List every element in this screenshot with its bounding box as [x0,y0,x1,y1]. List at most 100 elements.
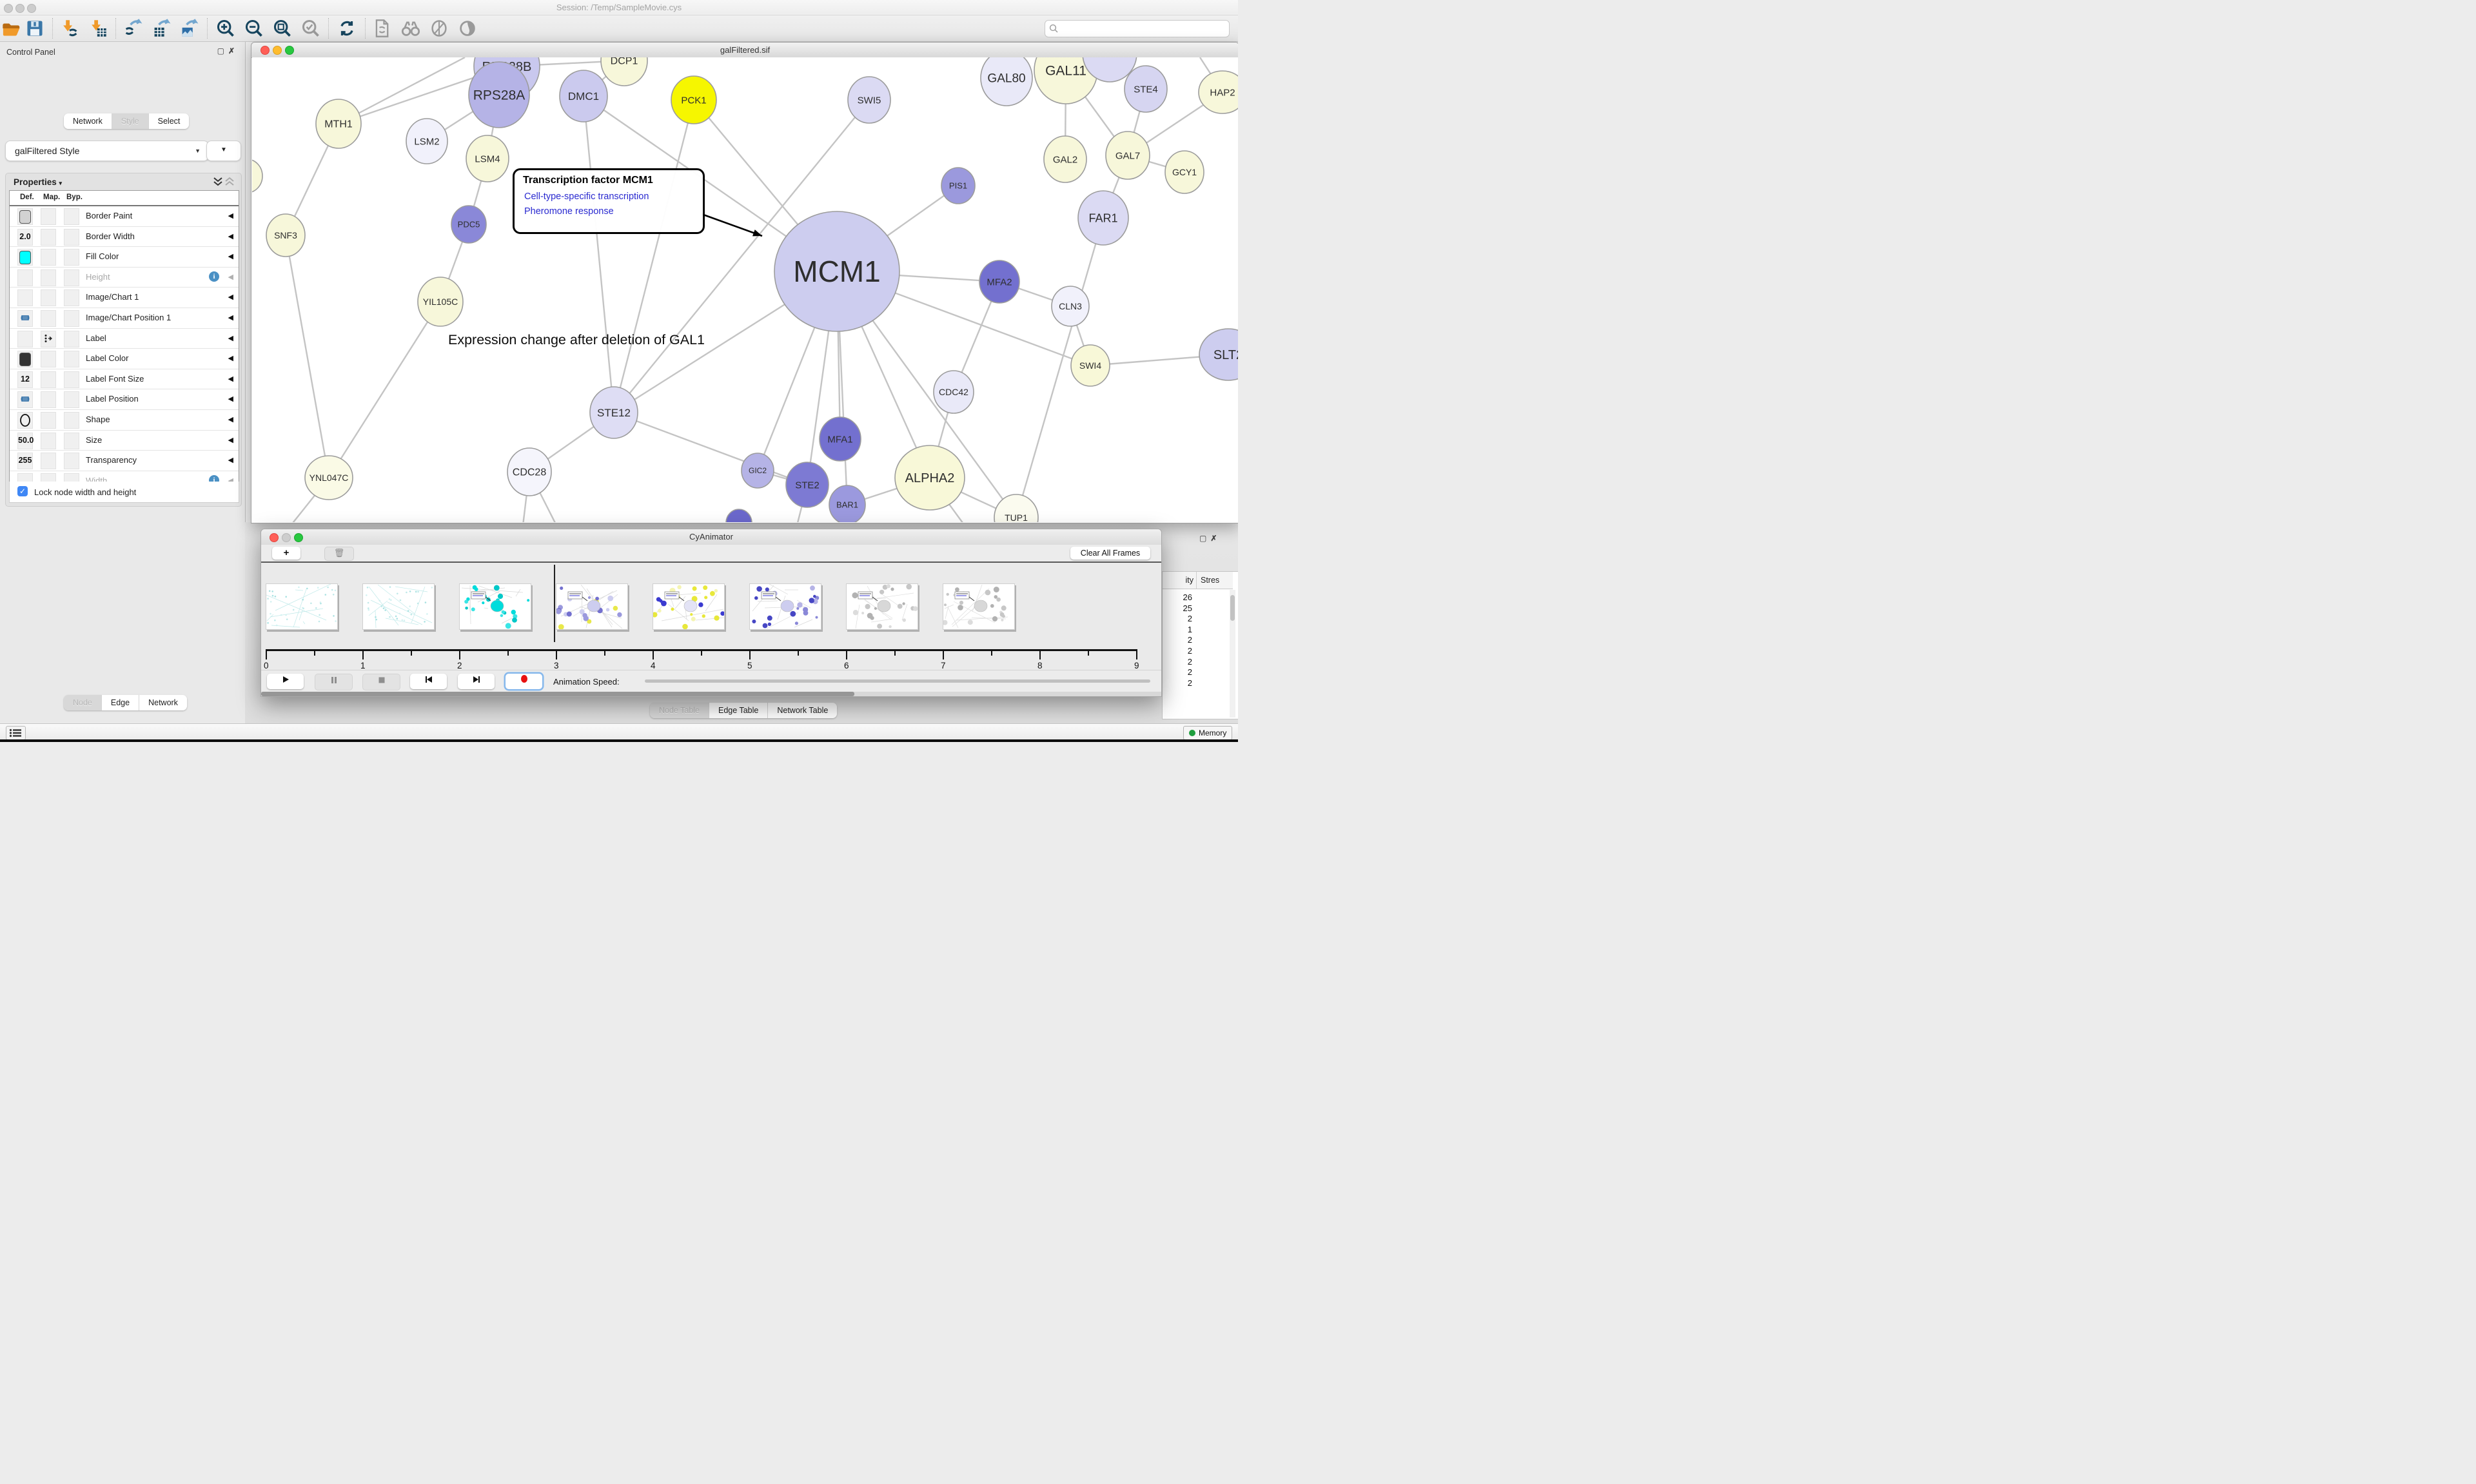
node-lsm4[interactable]: LSM4 [466,135,509,182]
memory-button[interactable]: Memory [1183,726,1232,740]
open-folder-icon[interactable] [1,19,21,38]
zoom-in-icon[interactable] [216,19,235,38]
node-gal80[interactable]: GAL80 [981,57,1032,106]
node-ynl047c[interactable]: YNL047C [305,456,353,500]
node-pis1[interactable]: PIS1 [941,168,975,204]
skip-to-end-button[interactable] [458,674,495,689]
style-options-button[interactable]: ▼ [206,141,241,161]
expand-row-icon[interactable]: ◀ [228,252,233,260]
expand-row-icon[interactable]: ◀ [228,232,233,240]
frame-thumbnail-1[interactable] [362,583,435,630]
close-panel-icon[interactable]: ✗ [228,46,239,55]
expand-row-icon[interactable]: ◀ [228,456,233,464]
zoom-fit-icon[interactable] [273,19,292,38]
node-mfa1[interactable]: MFA1 [820,417,861,461]
property-row-label-position[interactable]: Label Position◀ [10,389,239,410]
tab-style[interactable]: Style [112,113,149,129]
collapse-expand-icons[interactable] [213,177,235,190]
annotation-link[interactable]: Pheromone response [524,206,614,217]
table-column-stress[interactable]: Stres [1197,572,1233,589]
table-tab-node-table[interactable]: Node Table [650,703,709,718]
node-snf3[interactable]: SNF3 [266,214,305,257]
node-cdc42[interactable]: CDC42 [934,371,974,413]
float-panel-icon[interactable]: ▢ [1199,534,1210,543]
expand-row-icon[interactable]: ◀ [228,313,233,322]
expand-row-icon[interactable]: ◀ [228,273,233,281]
property-row-size[interactable]: 50.0Size◀ [10,431,239,451]
node-mcm1[interactable]: MCM1 [774,211,899,331]
node-mfa2[interactable]: MFA2 [979,260,1019,303]
export-table-icon[interactable] [152,19,171,38]
table-cell-value[interactable]: 2 [1163,657,1192,667]
export-network-icon[interactable] [123,19,142,38]
style-selector[interactable]: galFiltered Style ▼ [5,141,209,161]
zoom-out-icon[interactable] [244,19,264,38]
node-pdc5[interactable]: PDC5 [451,206,486,243]
table-cell-value[interactable]: 2 [1163,678,1192,688]
frame-thumbnail-7[interactable] [943,583,1015,630]
table-cell-value[interactable]: 25 [1163,603,1192,613]
network-window-titlebar[interactable]: galFiltered.sif [251,43,1238,58]
expand-row-icon[interactable]: ◀ [228,211,233,220]
tab-select[interactable]: Select [149,113,190,129]
expand-row-icon[interactable]: ◀ [228,334,233,342]
play-button[interactable] [267,674,304,689]
delete-frame-button[interactable]: 🗑 [324,547,354,561]
clear-all-frames-button[interactable]: Clear All Frames [1070,547,1150,560]
node-swi5[interactable]: SWI5 [848,77,890,123]
add-frame-button[interactable]: + [272,547,300,560]
node-ste12[interactable]: STE12 [590,387,638,438]
node-gal2[interactable]: GAL2 [1044,136,1086,182]
node-dmc1[interactable]: DMC1 [560,70,607,122]
timeline-playhead[interactable] [554,565,555,642]
table-tab-edge-table[interactable]: Edge Table [709,703,768,718]
timeline-scrollbar[interactable] [261,692,1161,696]
panel-tab-node[interactable]: Node [64,695,102,710]
tab-network[interactable]: Network [64,113,112,129]
node-cln3[interactable]: CLN3 [1052,286,1089,326]
table-scrollbar[interactable] [1230,590,1235,718]
save-icon[interactable] [25,19,44,38]
export-image-icon[interactable] [179,19,199,38]
annotation-text[interactable]: Expression change after deletion of GAL1 [448,332,705,348]
annotation-box[interactable]: Transcription factor MCM1 Cell-type-spec… [513,168,705,234]
node-alpha2[interactable]: ALPHA2 [895,445,965,510]
property-row-image-chart-1[interactable]: Image/Chart 1◀ [10,288,239,308]
node-hap2[interactable]: HAP2 [1199,71,1238,113]
node-ste4[interactable]: STE4 [1125,66,1167,112]
property-row-image-chart-position-1[interactable]: Image/Chart Position 1◀ [10,308,239,329]
search-input[interactable] [1045,20,1230,37]
property-row-border-paint[interactable]: Border Paint◀ [10,206,239,227]
record-button[interactable] [506,674,542,689]
property-row-shape[interactable]: Shape◀ [10,410,239,431]
stop-button[interactable] [362,674,400,690]
table-cell-value[interactable]: 2 [1163,635,1192,645]
frame-thumbnail-5[interactable] [749,583,821,630]
node-slt2[interactable]: SLT2 [1199,329,1238,380]
property-row-height[interactable]: Heighti◀ [10,268,239,288]
node-rps28a[interactable]: RPS28A [469,62,529,128]
cyanimator-titlebar[interactable]: CyAnimator [261,529,1161,545]
frame-thumbnail-0[interactable] [266,583,338,630]
table-tab-network-table[interactable]: Network Table [768,703,837,718]
table-column-ity[interactable]: ity [1163,572,1197,589]
property-row-label[interactable]: Label◀ [10,329,239,349]
task-history-button[interactable] [6,726,26,740]
table-cell-value[interactable]: 2 [1163,667,1192,677]
lock-size-checkbox[interactable]: ✓ [17,486,28,496]
panel-tab-edge[interactable]: Edge [102,695,139,710]
close-panel-icon[interactable]: ✗ [1210,534,1221,543]
table-cell-value[interactable]: 1 [1163,625,1192,634]
node-lsm2[interactable]: LSM2 [406,119,447,164]
refresh-icon[interactable] [337,19,357,38]
node-bottomnode[interactable] [726,509,752,522]
expand-row-icon[interactable]: ◀ [228,375,233,383]
network-canvas[interactable]: RPS28BRPS28ADMC1DCP1PCK1MTH1LSM2LSM4SWI5… [252,57,1238,522]
node-leftnode[interactable] [252,159,262,193]
node-swi4[interactable]: SWI4 [1071,345,1110,386]
frame-thumbnail-2[interactable] [459,583,531,630]
property-row-label-color[interactable]: Label Color◀ [10,349,239,369]
animation-speed-slider[interactable] [645,679,1150,683]
expand-row-icon[interactable]: ◀ [228,293,233,301]
skip-to-start-button[interactable] [410,674,447,689]
